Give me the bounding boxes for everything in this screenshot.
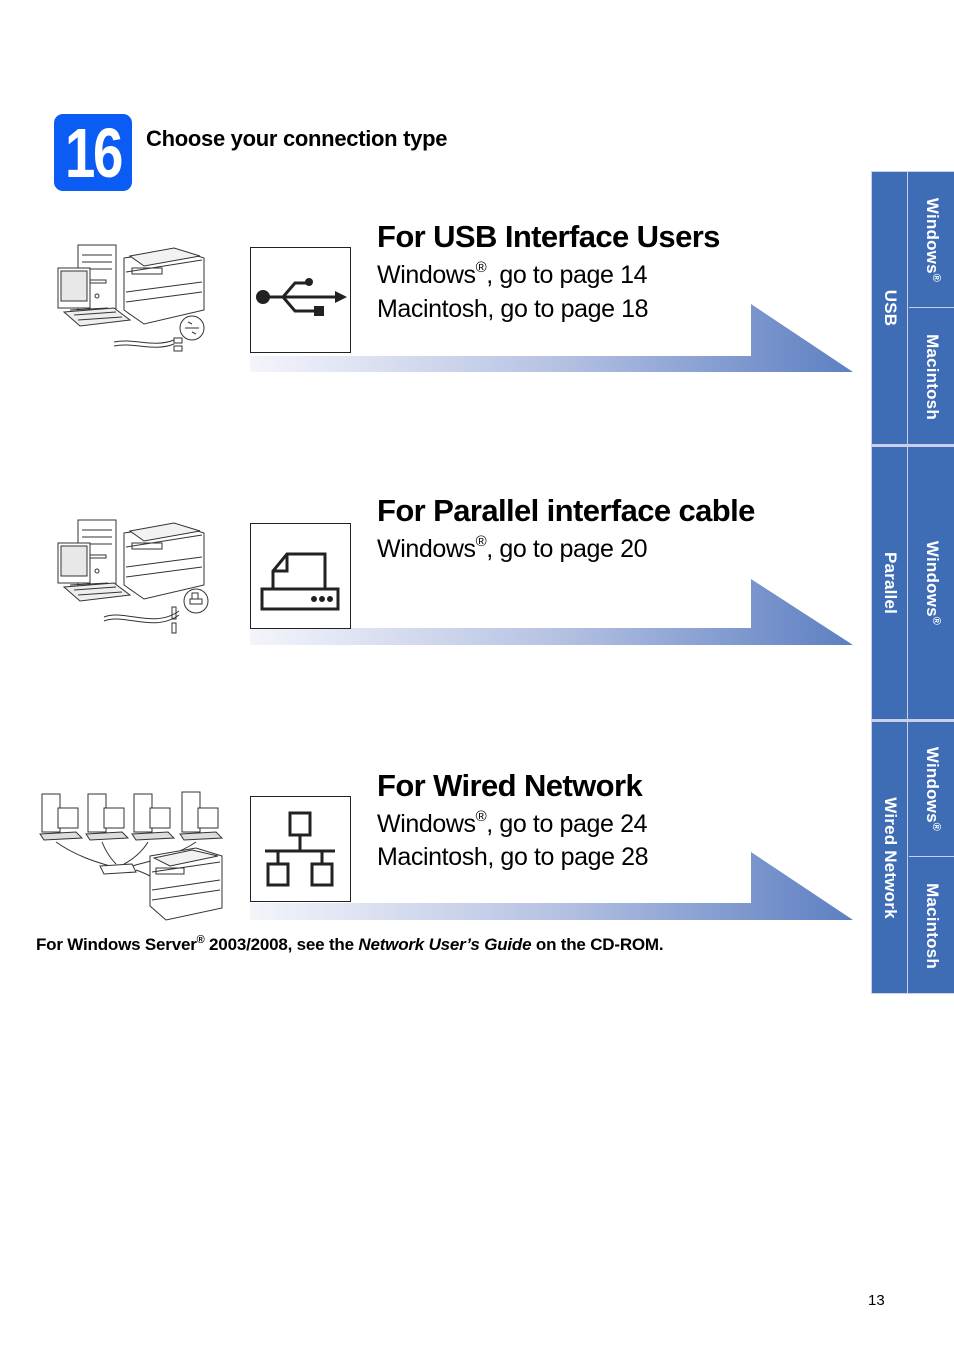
network-icon-box (250, 796, 351, 902)
sidebar-group-label: USB (880, 289, 900, 327)
sidebar-group-label-cell: Wired Network (872, 722, 908, 993)
registered-mark: ® (929, 616, 942, 626)
parallel-printer-icon (260, 552, 340, 611)
sidebar-group-wired-network[interactable]: Wired Network Windows® Macintosh (872, 722, 954, 993)
network-windows-link[interactable]: Windows®, go to page 24 (377, 808, 648, 839)
sidebar-group-parallel[interactable]: Parallel Windows® (872, 447, 954, 719)
sidebar-tabs: USB Windows® Macintosh Parallel Windows®… (871, 171, 954, 994)
sidebar-item-label: Macintosh (922, 333, 942, 420)
sidebar-item-network-macintosh[interactable]: Macintosh (909, 858, 954, 993)
section-title-usb: For USB Interface Users (377, 219, 720, 254)
section-title-wired-network: For Wired Network (377, 768, 643, 803)
parallel-icon-box (250, 523, 351, 629)
sidebar-group-label-cell: Parallel (872, 447, 908, 719)
sidebar-item-parallel-windows[interactable]: Windows® (909, 447, 954, 719)
sidebar-group-usb[interactable]: USB Windows® Macintosh (872, 172, 954, 444)
sidebar-item-usb-windows[interactable]: Windows® (909, 172, 954, 308)
wired-network-icon (265, 811, 335, 887)
registered-mark: ® (475, 533, 487, 550)
sidebar-item-label: Windows (922, 540, 942, 617)
sidebar-group-label: Parallel (880, 551, 900, 615)
step-title: Choose your connection type (146, 126, 448, 151)
usb-icon (256, 278, 347, 316)
sidebar-items: Windows® (909, 447, 954, 719)
page-reference: , go to page 24 (486, 810, 648, 838)
windows-server-footnote: For Windows Server® 2003/2008, see the N… (36, 934, 664, 955)
page-number: 13 (868, 1292, 885, 1309)
sidebar-item-label: Windows (922, 197, 942, 274)
registered-mark: ® (196, 934, 205, 946)
sidebar-item-usb-macintosh[interactable]: Macintosh (909, 309, 954, 444)
footnote-prefix: For Windows Server (36, 935, 197, 954)
parallel-windows-link[interactable]: Windows®, go to page 20 (377, 533, 648, 564)
section-title-parallel: For Parallel interface cable (377, 493, 755, 528)
os-label: Windows (377, 810, 476, 838)
os-label: Windows (377, 261, 476, 289)
usb-icon-box (250, 247, 351, 353)
page-reference: , go to page 20 (486, 535, 648, 563)
registered-mark: ® (475, 808, 487, 825)
footnote-middle: 2003/2008, see the (204, 935, 359, 954)
parallel-setup-illustration (57, 519, 209, 634)
sidebar-item-label: Macintosh (922, 882, 942, 969)
page-reference: , go to page 14 (486, 261, 648, 289)
sidebar-items: Windows® Macintosh (909, 172, 954, 444)
sidebar-group-label-cell: USB (872, 172, 908, 444)
registered-mark: ® (929, 273, 942, 282)
network-setup-illustration (39, 791, 224, 921)
step-number: 16 (64, 114, 123, 191)
footnote-suffix: on the CD-ROM. (531, 935, 664, 954)
step-number-badge: 16 (54, 114, 132, 191)
sidebar-item-network-windows[interactable]: Windows® (909, 722, 954, 857)
sidebar-item-label: Windows (922, 746, 942, 823)
usb-windows-link[interactable]: Windows®, go to page 14 (377, 259, 648, 290)
sidebar-items: Windows® Macintosh (909, 722, 954, 993)
os-label: Windows (377, 535, 476, 563)
usb-setup-illustration (57, 244, 205, 352)
registered-mark: ® (475, 259, 487, 276)
network-users-guide-title: Network User’s Guide (358, 935, 532, 954)
sidebar-group-label: Wired Network (880, 796, 900, 919)
registered-mark: ® (929, 822, 942, 832)
